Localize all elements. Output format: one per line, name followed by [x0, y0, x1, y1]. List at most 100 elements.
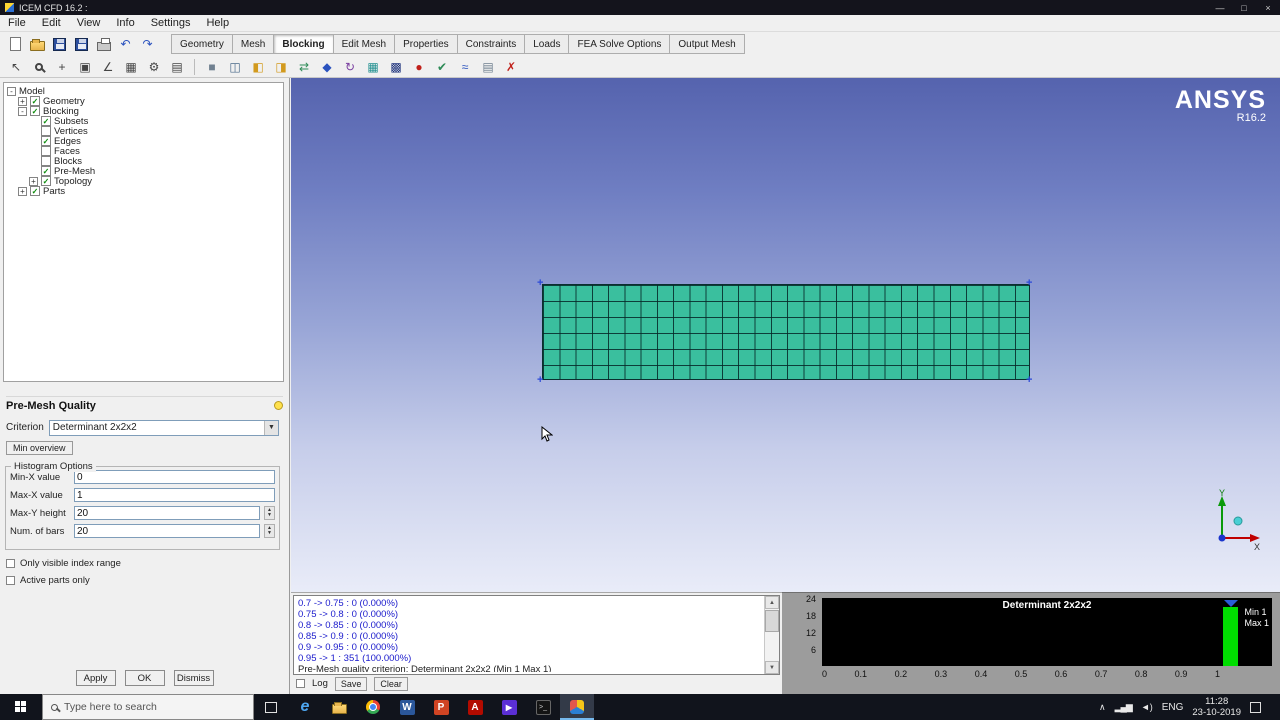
- tree-item-blocks[interactable]: Blocks: [4, 156, 283, 167]
- menu-file[interactable]: File: [0, 17, 34, 29]
- transform-block-icon[interactable]: ↻: [340, 58, 360, 76]
- scroll-down-icon[interactable]: ▼: [765, 661, 779, 674]
- edit-block-icon[interactable]: ◨: [271, 58, 291, 76]
- tab-blocking[interactable]: Blocking: [273, 34, 333, 54]
- collapse-icon[interactable]: -: [7, 86, 16, 96]
- taskbar-app-acrobat[interactable]: A: [458, 694, 492, 720]
- scrollbar-thumb[interactable]: [765, 610, 779, 632]
- checkbox-icon[interactable]: [41, 136, 51, 146]
- checkbox-icon[interactable]: [30, 96, 40, 106]
- tree-item-topology[interactable]: + Topology: [4, 176, 283, 187]
- pan-icon[interactable]: +: [52, 58, 72, 76]
- print-button[interactable]: [95, 35, 112, 53]
- action-center-icon[interactable]: [1250, 701, 1261, 713]
- save-project-button[interactable]: [51, 35, 68, 53]
- open-project-button[interactable]: [29, 35, 46, 53]
- checkbox-icon[interactable]: [30, 106, 40, 116]
- premesh-icon[interactable]: ▩: [386, 58, 406, 76]
- menu-info[interactable]: Info: [108, 17, 142, 29]
- viewport-3d[interactable]: ANSYS R16.2 + + + + Y X: [291, 78, 1280, 592]
- chevron-down-icon[interactable]: ▼: [264, 420, 278, 435]
- visible-index-option[interactable]: Only visible index range: [6, 558, 121, 569]
- active-parts-option[interactable]: Active parts only: [6, 575, 90, 586]
- checkbox-icon[interactable]: [6, 559, 15, 568]
- pre-mesh-block[interactable]: + + + +: [537, 278, 1032, 386]
- checkbox-icon[interactable]: [41, 116, 51, 126]
- save-as-button[interactable]: [73, 35, 90, 53]
- taskbar-app-word[interactable]: W: [390, 694, 424, 720]
- select-arrow-icon[interactable]: ↖: [6, 58, 26, 76]
- split-block-icon[interactable]: ◫: [225, 58, 245, 76]
- undo-button[interactable]: ↶: [117, 35, 134, 53]
- max-x-input[interactable]: [74, 488, 275, 502]
- min-overview-button[interactable]: Min overview: [6, 441, 73, 455]
- taskbar-app-edge[interactable]: e: [288, 694, 322, 720]
- tree-item-model[interactable]: - Model: [4, 86, 283, 97]
- max-y-height-input[interactable]: [74, 506, 260, 520]
- spinner-icon[interactable]: ▲ ▼: [264, 506, 275, 520]
- measure-icon[interactable]: ∠: [98, 58, 118, 76]
- help-bulb-icon[interactable]: [274, 401, 283, 410]
- taskbar-search[interactable]: Type here to search: [42, 694, 254, 720]
- associate-icon[interactable]: ⇄: [294, 58, 314, 76]
- tab-loads[interactable]: Loads: [524, 34, 569, 54]
- layers-icon[interactable]: ▤: [167, 58, 187, 76]
- chevron-up-icon[interactable]: ∧: [1099, 702, 1106, 713]
- taskbar-app-icem-active[interactable]: [560, 694, 594, 720]
- tab-constraints[interactable]: Constraints: [456, 34, 525, 54]
- spinner-icon[interactable]: ▲ ▼: [264, 524, 275, 538]
- min-x-input[interactable]: [74, 470, 275, 484]
- tab-edit-mesh[interactable]: Edit Mesh: [332, 34, 395, 54]
- menu-view[interactable]: View: [69, 17, 109, 29]
- log-checkbox-icon[interactable]: [296, 679, 305, 688]
- ok-button[interactable]: OK: [124, 670, 165, 686]
- scan-planes-icon[interactable]: ▤: [478, 58, 498, 76]
- dismiss-button[interactable]: Dismiss: [173, 670, 214, 686]
- smooth-icon[interactable]: ≈: [455, 58, 475, 76]
- log-scrollbar[interactable]: ▲ ▼: [764, 596, 779, 674]
- minimize-button[interactable]: —: [1208, 0, 1232, 15]
- taskbar-app-media-player[interactable]: ▶: [492, 694, 526, 720]
- title-bar[interactable]: ICEM CFD 16.2 : — □ ×: [0, 0, 1280, 15]
- language-indicator[interactable]: ENG: [1162, 702, 1184, 713]
- tree-item-faces[interactable]: Faces: [4, 146, 283, 157]
- histogram-bar[interactable]: [1223, 607, 1238, 666]
- menu-edit[interactable]: Edit: [34, 17, 69, 29]
- save-log-button[interactable]: Save: [334, 676, 368, 691]
- quality-icon[interactable]: ●: [409, 58, 429, 76]
- checkbox-icon[interactable]: [30, 186, 40, 196]
- checkbox-icon[interactable]: [41, 156, 51, 166]
- tree-item-vertices[interactable]: Vertices: [4, 126, 283, 137]
- close-button[interactable]: ×: [1256, 0, 1280, 15]
- move-vertex-icon[interactable]: ◆: [317, 58, 337, 76]
- tab-mesh[interactable]: Mesh: [231, 34, 274, 54]
- tree-item-pre-mesh[interactable]: Pre-Mesh: [4, 166, 283, 177]
- tab-fea-solve-options[interactable]: FEA Solve Options: [568, 34, 670, 54]
- expand-icon[interactable]: +: [18, 96, 27, 106]
- taskbar-app-file-explorer[interactable]: [322, 694, 356, 720]
- num-bars-input[interactable]: [74, 524, 260, 538]
- tab-properties[interactable]: Properties: [394, 34, 457, 54]
- zoom-icon[interactable]: [29, 58, 49, 76]
- tree-item-edges[interactable]: Edges: [4, 136, 283, 147]
- apply-button[interactable]: Apply: [75, 670, 116, 686]
- gear-icon[interactable]: ⚙: [144, 58, 164, 76]
- expand-icon[interactable]: +: [18, 186, 27, 196]
- taskbar-app-terminal[interactable]: >_: [526, 694, 560, 720]
- maximize-button[interactable]: □: [1232, 0, 1256, 15]
- merge-vertices-icon[interactable]: ◧: [248, 58, 268, 76]
- tree-item-parts[interactable]: + Parts: [4, 186, 283, 197]
- checkbox-icon[interactable]: [41, 126, 51, 136]
- tree-item-blocking[interactable]: - Blocking: [4, 106, 283, 117]
- tree-item-geometry[interactable]: + Geometry: [4, 96, 283, 107]
- menu-help[interactable]: Help: [198, 17, 237, 29]
- collapse-icon[interactable]: -: [18, 106, 27, 116]
- network-icon[interactable]: ▂▄▆: [1115, 702, 1133, 713]
- checkbox-icon[interactable]: [41, 176, 51, 186]
- start-button[interactable]: [0, 694, 42, 720]
- mesh-params-icon[interactable]: ▦: [363, 58, 383, 76]
- redo-button[interactable]: ↷: [139, 35, 156, 53]
- checkbox-icon[interactable]: [6, 576, 15, 585]
- fit-view-icon[interactable]: ▣: [75, 58, 95, 76]
- clear-log-button[interactable]: Clear: [374, 676, 408, 691]
